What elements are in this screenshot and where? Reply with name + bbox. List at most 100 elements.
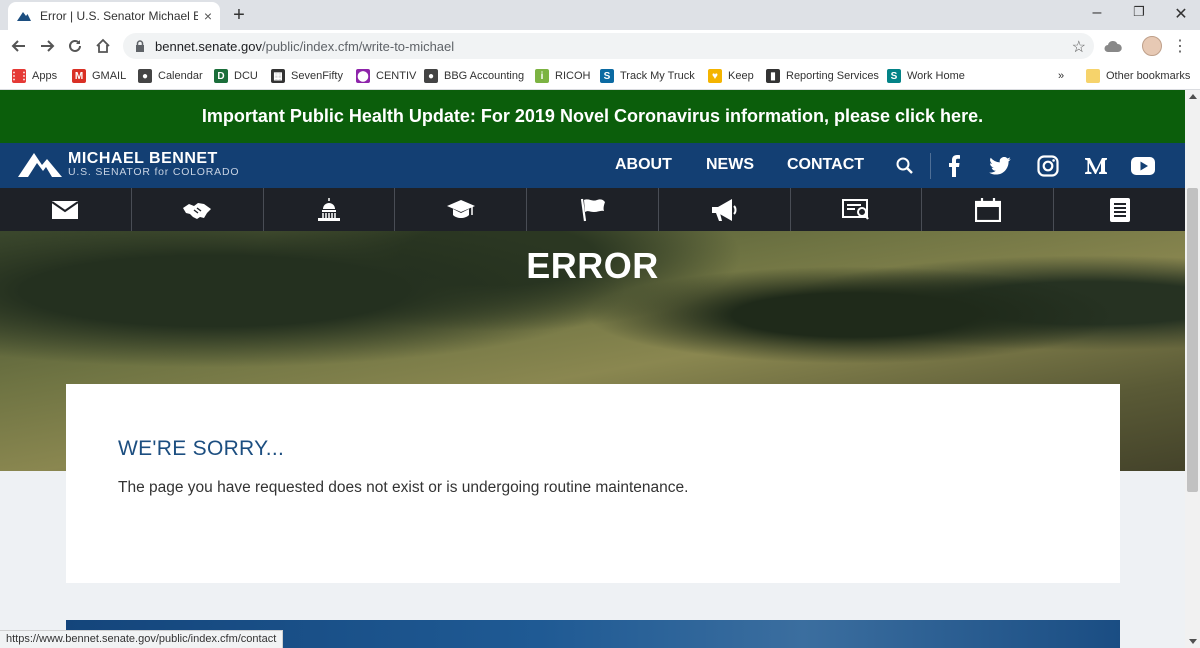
forward-button[interactable] xyxy=(36,35,58,57)
instagram-icon[interactable] xyxy=(1036,154,1060,178)
scroll-down-arrow-icon[interactable] xyxy=(1189,639,1197,644)
restore-button[interactable]: ❐ xyxy=(1128,4,1150,20)
calendar-icon xyxy=(974,197,1001,222)
address-bar[interactable]: bennet.senate.gov/public/index.cfm/write… xyxy=(123,33,1094,59)
other-bookmarks-label: Other bookmarks xyxy=(1106,70,1191,82)
bookmark-track-my-truck[interactable]: S Track My Truck xyxy=(600,67,695,85)
url-path: /public/index.cfm/write-to-michael xyxy=(261,38,455,54)
bookmark-label: Track My Truck xyxy=(620,70,695,82)
iconbar-item-contact[interactable] xyxy=(0,188,132,231)
profile-avatar[interactable] xyxy=(1142,36,1162,56)
bookmark-reporting-services[interactable]: ▮ Reporting Services xyxy=(766,67,879,85)
error-card: WE'RE SORRY... The page you have request… xyxy=(66,384,1120,583)
bookmark-label: GMAIL xyxy=(92,70,127,82)
page-viewport: Important Public Health Update: For 2019… xyxy=(0,90,1185,648)
reload-button[interactable] xyxy=(64,35,86,57)
site-header: MICHAEL BENNET U.S. SENATOR for COLORADO… xyxy=(0,143,1185,188)
page-scrollbar[interactable] xyxy=(1185,90,1200,648)
browser-menu-icon[interactable]: ⋮ xyxy=(1170,36,1190,56)
new-tab-button[interactable]: + xyxy=(229,4,249,27)
keep-icon: ♥ xyxy=(708,69,722,83)
apps-grid-icon: ⋮⋮ xyxy=(9,69,29,83)
header-divider xyxy=(930,153,931,179)
forward-arrow-icon xyxy=(41,40,55,52)
facebook-icon[interactable] xyxy=(942,154,966,178)
pin-icon: ⬤ xyxy=(356,69,370,83)
bookmarks-more-button[interactable]: » xyxy=(1058,67,1064,85)
bookmark-centiv[interactable]: ⬤ CENTIV xyxy=(356,67,416,85)
bookmark-keep[interactable]: ♥ Keep xyxy=(708,67,754,85)
nav-news[interactable]: NEWS xyxy=(706,156,754,174)
bookmark-label: SevenFifty xyxy=(291,70,343,82)
medium-icon[interactable] xyxy=(1084,154,1108,178)
error-heading: WE'RE SORRY... xyxy=(118,437,285,460)
gmail-icon: M xyxy=(72,69,86,83)
bookmark-sevenfifty[interactable]: ▦ SevenFifty xyxy=(271,67,343,85)
handshake-icon xyxy=(183,202,212,219)
lock-icon xyxy=(136,40,144,52)
health-alert-banner[interactable]: Important Public Health Update: For 2019… xyxy=(0,90,1185,143)
bookmark-label: CENTIV xyxy=(376,70,417,82)
iconbar-item-grants[interactable] xyxy=(791,188,923,231)
sharepoint-icon: S xyxy=(600,69,614,83)
bookmark-star-icon[interactable]: ☆ xyxy=(1072,37,1086,57)
tab-close-icon[interactable]: × xyxy=(204,8,212,24)
tab-title: Error | U.S. Senator Michael Bennet xyxy=(40,9,198,23)
bookmark-apps[interactable]: ⋮⋮ Apps xyxy=(9,67,58,85)
bookmark-dcu[interactable]: D DCU xyxy=(214,67,258,85)
dcu-icon: D xyxy=(214,69,228,83)
bookmark-label: Work Home xyxy=(907,70,965,82)
page-title: ERROR xyxy=(526,245,659,286)
iconbar-item-schedule[interactable] xyxy=(922,188,1055,231)
flag-icon xyxy=(580,198,605,221)
folder-icon xyxy=(1086,69,1100,83)
browser-tab[interactable]: Error | U.S. Senator Michael Bennet × xyxy=(8,2,220,30)
youtube-icon[interactable] xyxy=(1131,154,1155,178)
graduation-cap-icon xyxy=(446,199,475,218)
reload-icon xyxy=(69,39,81,52)
error-message: The page you have requested does not exi… xyxy=(118,479,689,496)
iconbar-item-flags[interactable] xyxy=(527,188,659,231)
other-bookmarks[interactable]: Other bookmarks xyxy=(1086,67,1190,85)
back-button[interactable] xyxy=(8,35,30,57)
bookmark-label: BBG Accounting xyxy=(444,70,525,82)
envelope-icon xyxy=(52,200,79,219)
chart-icon: ▮ xyxy=(766,69,780,83)
url-host: bennet.senate.gov xyxy=(155,38,262,54)
bookmark-label: Calendar xyxy=(158,70,203,82)
bookmark-work-home[interactable]: S Work Home xyxy=(887,67,965,85)
mountain-favicon-icon xyxy=(17,12,31,21)
twitter-icon[interactable] xyxy=(988,154,1012,178)
bookmark-label: DCU xyxy=(234,70,258,82)
tab-strip: Error | U.S. Senator Michael Bennet × + … xyxy=(0,0,1200,30)
bookmark-ricoh[interactable]: i RICOH xyxy=(535,67,590,85)
site-logo[interactable]: MICHAEL BENNET U.S. SENATOR for COLORADO xyxy=(18,151,239,178)
iconbar-item-academy[interactable] xyxy=(395,188,528,231)
nav-about[interactable]: ABOUT xyxy=(615,156,672,174)
iconbar-item-services[interactable] xyxy=(132,188,264,231)
search-icon[interactable] xyxy=(893,154,917,178)
bookmark-calendar[interactable]: ● Calendar xyxy=(138,67,203,85)
iconbar-item-legislation[interactable] xyxy=(1054,188,1185,231)
nav-contact[interactable]: CONTACT xyxy=(787,156,864,174)
iconbar-item-visiting-dc[interactable] xyxy=(264,188,396,231)
iconbar-item-press[interactable] xyxy=(659,188,791,231)
cloud-extension-icon[interactable] xyxy=(1103,36,1123,56)
scroll-thumb[interactable] xyxy=(1187,188,1198,492)
checker-icon: ▦ xyxy=(271,69,285,83)
bookmark-gmail[interactable]: M GMAIL xyxy=(72,67,126,85)
browser-toolbar: bennet.senate.gov/public/index.cfm/write… xyxy=(0,30,1200,62)
bookmark-bbg-accounting[interactable]: ● BBG Accounting xyxy=(424,67,524,85)
close-window-button[interactable]: ✕ xyxy=(1170,4,1192,24)
ricoh-icon: i xyxy=(535,69,549,83)
link-status-bar: https://www.bennet.senate.gov/public/ind… xyxy=(0,630,284,648)
megaphone-icon xyxy=(712,198,737,221)
minimize-button[interactable]: – xyxy=(1086,4,1108,22)
bookmark-label: RICOH xyxy=(555,70,591,82)
home-icon xyxy=(96,38,110,53)
bookmark-label: Apps xyxy=(32,70,58,82)
scroll-up-arrow-icon[interactable] xyxy=(1189,94,1197,99)
home-button[interactable] xyxy=(92,35,114,57)
sharepoint-icon: S xyxy=(887,69,901,83)
services-icon-bar xyxy=(0,188,1185,231)
